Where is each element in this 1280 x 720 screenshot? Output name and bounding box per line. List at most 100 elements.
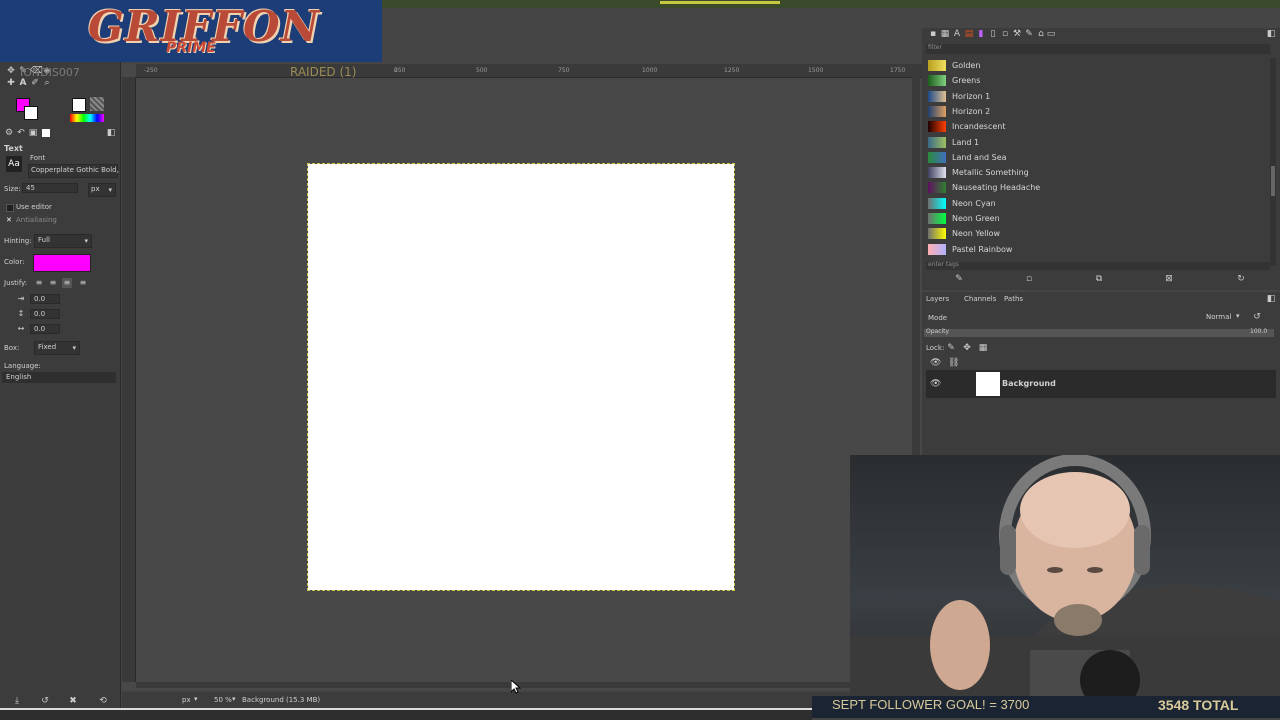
- justify-right-icon[interactable]: ≡: [48, 278, 58, 288]
- gradient-tag-input[interactable]: enter tags: [926, 261, 1270, 270]
- mypaint-brushes-icon[interactable]: ⌂: [1036, 29, 1046, 39]
- gradient-name: Pastel Rainbow: [952, 244, 1013, 254]
- mode-select[interactable]: Normal ▾: [1206, 312, 1244, 323]
- gradient-item[interactable]: Nauseating Headache: [922, 180, 1262, 195]
- brush-preview[interactable]: [72, 98, 86, 112]
- reset-mode-icon[interactable]: ↺: [1252, 312, 1262, 322]
- hinting-select[interactable]: Full ▾: [34, 234, 92, 248]
- gradient-item[interactable]: Metallic Something: [922, 165, 1262, 180]
- duplicate-gradient-icon[interactable]: ⧉: [1094, 274, 1104, 284]
- path-tool-icon[interactable]: ✐: [30, 78, 40, 88]
- indent-input[interactable]: 0.0: [30, 294, 60, 304]
- justify-center-icon[interactable]: ≡: [62, 278, 72, 288]
- restore-options-icon[interactable]: ↺: [40, 696, 50, 706]
- opacity-slider[interactable]: Opacity 100.0: [924, 328, 1274, 337]
- pattern-preview[interactable]: [90, 97, 104, 111]
- reset-options-icon[interactable]: ⟲: [98, 696, 108, 706]
- text-tool-icon[interactable]: A: [18, 78, 28, 88]
- size-input[interactable]: 45: [22, 183, 78, 193]
- patterns-tab-icon[interactable]: ▦: [940, 29, 950, 39]
- gradient-item[interactable]: Neon Yellow: [922, 226, 1262, 241]
- gradient-swatch: [928, 136, 946, 148]
- eye-icon[interactable]: 👁: [930, 379, 941, 389]
- box-select[interactable]: Fixed ▾: [34, 341, 80, 355]
- save-options-icon[interactable]: ⤓: [12, 696, 22, 706]
- mode-label: Mode: [928, 314, 948, 322]
- line-spacing-input[interactable]: 0.0: [30, 309, 60, 319]
- language-field[interactable]: English: [2, 372, 116, 383]
- vertical-ruler: [122, 77, 136, 682]
- font-preview-icon[interactable]: Aa: [6, 156, 22, 172]
- use-editor-checkbox[interactable]: [6, 204, 14, 212]
- antialiasing-checkbox[interactable]: ✕: [6, 217, 12, 224]
- toolbox-panel: ✥ ✎ ⌫ ◈ ✚ A ✐ ⌕ ⚙ ↶ ▣ ◧ Text Aa Font Cop…: [0, 60, 121, 710]
- gradient-filter-input[interactable]: filter: [926, 44, 1270, 54]
- gradient-item[interactable]: Land and Sea: [922, 150, 1262, 165]
- gradient-item[interactable]: Pastel Rainbow: [922, 242, 1262, 257]
- tab-channels[interactable]: Channels: [964, 295, 996, 303]
- gradient-item[interactable]: Greens: [922, 73, 1262, 88]
- paint-dynamics-icon[interactable]: ✎: [1024, 29, 1034, 39]
- gradient-name: Nauseating Headache: [952, 183, 1041, 193]
- gradient-item[interactable]: Golden: [922, 58, 1262, 73]
- lock-alpha-icon[interactable]: ▦: [978, 343, 988, 353]
- gradient-scrollbar[interactable]: [1270, 58, 1276, 266]
- ruler-tick: 1000: [642, 67, 658, 74]
- panel-config-icon[interactable]: ◧: [106, 128, 116, 138]
- dashboard-icon[interactable]: ▭: [1046, 29, 1056, 39]
- letter-spacing-input[interactable]: 0.0: [30, 324, 60, 334]
- tag-placeholder: enter tags: [928, 261, 959, 268]
- text-color-button[interactable]: [33, 254, 91, 272]
- image-canvas[interactable]: [307, 163, 735, 591]
- gradient-swatch: [928, 213, 946, 224]
- palettes-tab-icon[interactable]: ▤: [964, 29, 974, 39]
- edit-gradient-icon[interactable]: ✎: [954, 274, 964, 284]
- gradient-item[interactable]: Horizon 2: [922, 104, 1262, 119]
- tab-layers[interactable]: Layers: [926, 295, 949, 303]
- undo-history-icon[interactable]: ↶: [16, 128, 26, 138]
- delete-gradient-icon[interactable]: ⊠: [1164, 274, 1174, 284]
- panel-menu-icon[interactable]: ◧: [1266, 29, 1276, 39]
- templates-tab-icon[interactable]: ▫: [1000, 29, 1010, 39]
- font-field[interactable]: Copperplate Gothic Bold,: [28, 164, 119, 178]
- tool-presets-icon[interactable]: ⚒: [1012, 29, 1022, 39]
- gradient-item[interactable]: Neon Cyan: [922, 196, 1262, 211]
- gradients-tab-icon[interactable]: ▮: [976, 29, 986, 39]
- move-tool-icon[interactable]: ✥: [6, 66, 16, 76]
- gradient-name: Greens: [952, 76, 981, 86]
- zoom-tool-icon[interactable]: ⌕: [42, 78, 52, 88]
- document-history-icon[interactable]: ▯: [988, 29, 998, 39]
- background-color-swatch[interactable]: [24, 106, 38, 120]
- gradient-item[interactable]: Horizon 1: [922, 89, 1262, 104]
- gradient-item[interactable]: Neon Green: [922, 211, 1262, 226]
- logo-sub: PRIME: [166, 40, 216, 56]
- language-value: English: [6, 373, 32, 381]
- font-label: Font: [30, 154, 46, 162]
- gradient-name: Land and Sea: [952, 152, 1007, 162]
- heal-tool-icon[interactable]: ✚: [6, 78, 16, 88]
- tool-options-icon[interactable]: ⚙: [4, 128, 14, 138]
- gradient-swatch: [928, 243, 946, 255]
- justify-left-icon[interactable]: ≡: [34, 278, 44, 288]
- panel-menu-icon[interactable]: ◧: [1266, 294, 1276, 304]
- gradient-item[interactable]: Incandescent: [922, 119, 1262, 134]
- lock-pixels-icon[interactable]: ✎: [946, 343, 956, 353]
- unit-select[interactable]: px: [182, 696, 191, 704]
- gradient-preview[interactable]: [70, 114, 104, 122]
- tab-paths[interactable]: Paths: [1004, 295, 1023, 303]
- fonts-tab-icon[interactable]: A: [952, 29, 962, 39]
- new-gradient-icon[interactable]: ▫: [1024, 274, 1034, 284]
- layer-row[interactable]: 👁 Background: [926, 370, 1276, 398]
- horizontal-scrollbar[interactable]: [136, 682, 916, 688]
- size-unit-select[interactable]: px ▾: [88, 183, 116, 197]
- delete-options-icon[interactable]: ✖: [68, 696, 78, 706]
- refresh-gradients-icon[interactable]: ↻: [1236, 274, 1246, 284]
- images-icon[interactable]: ▣: [28, 128, 38, 138]
- gradient-swatch: [928, 228, 946, 240]
- brushes-tab-icon[interactable]: ▪: [928, 29, 938, 39]
- gradient-item[interactable]: Land 1: [922, 135, 1262, 150]
- zoom-select[interactable]: 50 %: [214, 696, 232, 704]
- justify-fill-icon[interactable]: ≡: [78, 278, 88, 288]
- lock-position-icon[interactable]: ✥: [962, 343, 972, 353]
- chevron-down-icon: ▾: [1236, 312, 1240, 320]
